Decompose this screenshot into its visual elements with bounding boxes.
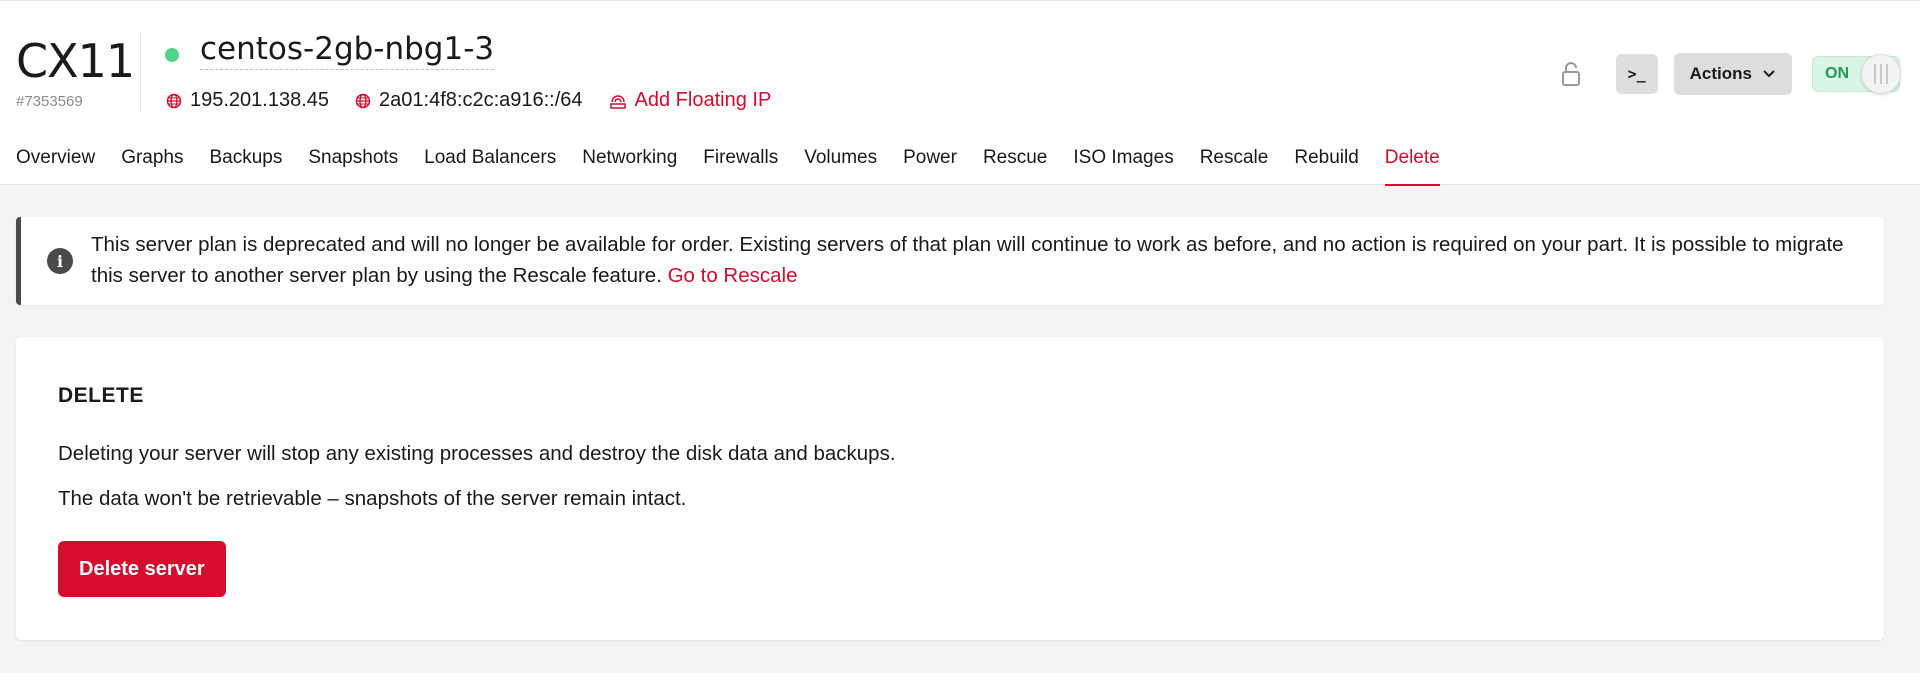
actions-dropdown[interactable]: Actions — [1673, 53, 1792, 95]
add-floating-ip-label: Add Floating IP — [634, 89, 772, 111]
tab-volumes[interactable]: Volumes — [804, 144, 877, 186]
header-divider — [140, 33, 141, 113]
power-toggle-label: ON — [1825, 65, 1849, 82]
tab-overview[interactable]: Overview — [16, 144, 95, 186]
ipv6-text: 2a01:4f8:c2c:a916::/64 — [379, 89, 583, 111]
globe-icon — [166, 93, 182, 108]
tab-snapshots[interactable]: Snapshots — [308, 144, 398, 186]
tab-delete[interactable]: Delete — [1384, 144, 1440, 186]
tab-networking[interactable]: Networking — [582, 144, 677, 186]
server-header: CX11 #7353569 centos-2gb-nbg1-3 195.201.… — [0, 0, 1920, 186]
ip-row: 195.201.138.45 2a01:4f8:c2c:a916::/64 Ad… — [166, 89, 797, 112]
add-floating-ip-link[interactable]: Add Floating IP — [609, 89, 772, 112]
ipv4-address[interactable]: 195.201.138.45 — [166, 89, 329, 112]
server-tabs: Overview Graphs Backups Snapshots Load B… — [16, 144, 1466, 186]
tab-rebuild[interactable]: Rebuild — [1294, 144, 1358, 186]
actions-label: Actions — [1689, 64, 1752, 83]
plan-block: CX11 #7353569 — [16, 34, 135, 110]
server-id: #7353569 — [16, 93, 83, 110]
tab-iso-images[interactable]: ISO Images — [1073, 144, 1173, 186]
console-button[interactable]: >_ — [1615, 54, 1658, 94]
floating-ip-icon — [609, 94, 626, 109]
notice-text: This server plan is deprecated and will … — [91, 229, 1871, 291]
go-to-rescale-link[interactable]: Go to Rescale — [668, 264, 798, 287]
delete-warning: The data won't be retrievable – snapshot… — [58, 487, 687, 510]
status-indicator — [165, 48, 179, 62]
tab-firewalls[interactable]: Firewalls — [703, 144, 778, 186]
tab-graphs[interactable]: Graphs — [121, 144, 183, 186]
power-toggle[interactable]: ON — [1812, 54, 1901, 94]
plan-name: CX11 — [16, 34, 135, 88]
tab-backups[interactable]: Backups — [210, 144, 283, 186]
ipv4-text: 195.201.138.45 — [190, 89, 330, 111]
header-tools: >_ Actions ON — [1556, 53, 1901, 95]
tab-rescale[interactable]: Rescale — [1200, 144, 1269, 186]
info-icon: i — [47, 248, 73, 274]
delete-description: Deleting your server will stop any exist… — [58, 442, 896, 465]
server-name[interactable]: centos-2gb-nbg1-3 — [200, 31, 495, 70]
tab-load-balancers[interactable]: Load Balancers — [424, 144, 556, 186]
notice-message: This server plan is deprecated and will … — [91, 233, 1844, 287]
delete-title: DELETE — [58, 384, 144, 407]
grip-icon — [1872, 64, 1890, 84]
globe-icon — [355, 93, 371, 108]
ipv6-address[interactable]: 2a01:4f8:c2c:a916::/64 — [355, 89, 583, 112]
lock-icon[interactable] — [1556, 54, 1586, 94]
delete-card: DELETE Deleting your server will stop an… — [16, 337, 1884, 640]
delete-server-button[interactable]: Delete server — [58, 541, 226, 597]
tab-rescue[interactable]: Rescue — [983, 144, 1047, 186]
toggle-knob[interactable] — [1861, 54, 1901, 94]
deprecation-notice: i This server plan is deprecated and wil… — [16, 217, 1884, 305]
tab-power[interactable]: Power — [903, 144, 957, 186]
chevron-down-icon — [1763, 70, 1775, 78]
